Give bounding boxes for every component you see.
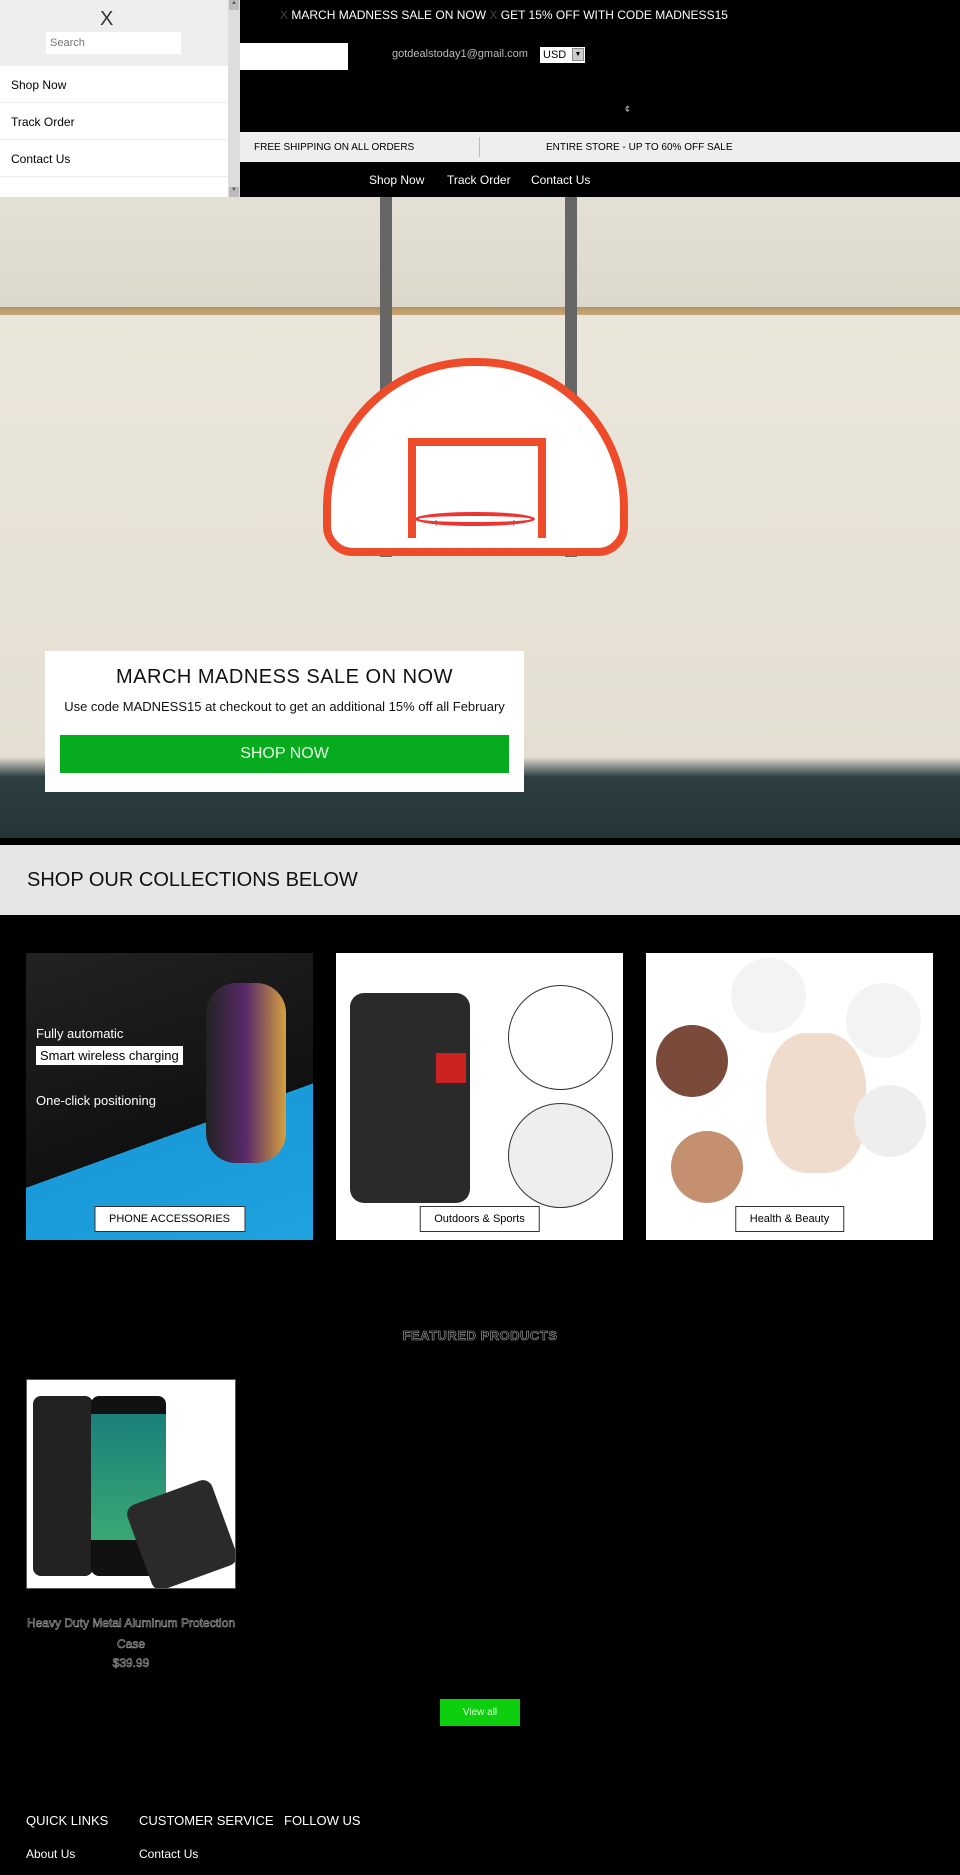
currency-value: USD [543,49,567,61]
drawer-item-track-order[interactable]: Track Order [0,103,228,140]
collection-card-health-beauty[interactable]: Health & Beauty [646,953,933,1240]
header-search-input[interactable] [240,43,348,70]
separator: X [489,8,498,22]
detail-image [846,983,921,1058]
divider [0,838,960,845]
contact-email[interactable]: gotdealstoday1@gmail.com [392,48,528,60]
hero-subtitle: Use code MADNESS15 at checkout to get an… [64,699,505,714]
first-aid-cross-icon [436,1053,466,1083]
view-all-button[interactable]: View all [440,1699,520,1726]
announcement-text: MARCH MADNESS SALE ON NOW [291,8,487,22]
collections-heading: SHOP OUR COLLECTIONS BELOW [0,845,960,915]
image-text: Smart wireless charging [36,1046,183,1065]
detail-image [508,985,613,1090]
separator: X [280,8,289,22]
case-back [33,1396,93,1576]
drawer-scrollbar[interactable]: ▲ ▼ [228,0,240,197]
image-text: Fully automatic [36,1026,124,1041]
promo-shipping: FREE SHIPPING ON ALL ORDERS [254,142,415,153]
close-icon[interactable]: X [100,8,113,31]
collection-card-phone-accessories[interactable]: Fully automatic Smart wireless charging … [26,953,313,1240]
chevron-down-icon: ▼ [572,48,584,61]
divider [479,137,480,157]
shop-now-button[interactable]: SHOP NOW [60,735,509,773]
nav-contact-us[interactable]: Contact Us [531,173,590,187]
detail-image [766,1033,866,1173]
footer-link-contact-us[interactable]: Contact Us [139,1847,198,1861]
product-image[interactable] [26,1379,236,1589]
scroll-up-icon[interactable]: ▲ [229,0,239,10]
hoop-rim [415,512,535,526]
drawer-item-shop-now[interactable]: Shop Now [0,66,228,103]
collection-label[interactable]: PHONE ACCESSORIES [93,1206,246,1232]
footer-heading: CUSTOMER SERVICE [139,1813,274,1828]
hero-card: MARCH MADNESS SALE ON NOW Use code MADNE… [45,651,524,792]
footer-link-about-us[interactable]: About Us [26,1847,75,1861]
promo-sale: ENTIRE STORE - UP TO 60% OFF SALE [546,142,733,153]
bag-image [350,993,470,1203]
drawer-item-contact-us[interactable]: Contact Us [0,140,228,177]
detail-image [854,1085,926,1157]
cart-icon[interactable]: ¢ [625,104,630,114]
detail-image [671,1131,743,1203]
nav-track-order[interactable]: Track Order [447,173,511,187]
footer-heading: QUICK LINKS [26,1813,109,1828]
nav-shop-now[interactable]: Shop Now [369,173,424,187]
featured-title: FEATURED PRODUCTS [402,1328,558,1344]
currency-select[interactable]: USD ▼ [540,47,585,63]
scroll-down-icon[interactable]: ▼ [229,187,239,197]
drawer-search-input[interactable] [46,32,181,54]
product-price: $39.99 [112,1656,150,1671]
image-text: One-click positioning [36,1093,156,1108]
footer-heading: FOLLOW US [284,1813,361,1828]
detail-image [508,1103,613,1208]
side-drawer: X Shop Now Track Order Contact Us [0,0,240,197]
collection-label[interactable]: Health & Beauty [734,1206,845,1232]
collection-card-outdoors-sports[interactable]: Outdoors & Sports [336,953,623,1240]
hero-title: MARCH MADNESS SALE ON NOW [116,666,453,688]
announcement-text: GET 15% OFF WITH CODE MADNESS15 [500,8,728,22]
phone-holder-image [206,983,286,1163]
drawer-header: X [0,0,240,66]
detail-image [656,1025,728,1097]
announcement-bar: X MARCH MADNESS SALE ON NOW X GET 15% OF… [280,8,728,22]
product-title[interactable]: Heavy Duty Metal Aluminum Protection Cas… [26,1613,236,1655]
detail-image [731,958,806,1033]
collection-label[interactable]: Outdoors & Sports [419,1206,540,1232]
